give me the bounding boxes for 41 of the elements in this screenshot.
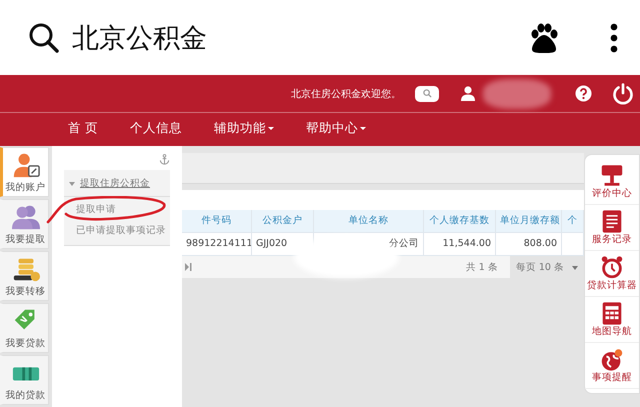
review-icon xyxy=(599,163,625,188)
tool-item[interactable]: 事项提醒 xyxy=(585,342,639,389)
last-page-icon[interactable] xyxy=(185,263,192,271)
search-query[interactable]: 北京公积金 xyxy=(72,20,528,56)
welcome-text: 北京住房公积金欢迎您。 xyxy=(291,88,401,100)
table-cell: 808.00 xyxy=(496,233,562,255)
submenu-header[interactable]: 提取住房公积金 xyxy=(64,170,170,197)
column-header[interactable]: 个人缴存基数 xyxy=(424,210,496,232)
caret-icon xyxy=(360,126,366,132)
search-button[interactable] xyxy=(415,86,439,102)
search-icon xyxy=(422,89,432,98)
column-header[interactable]: 件号码 xyxy=(182,210,252,232)
nav-item[interactable]: 首 页 xyxy=(68,120,98,136)
tool-item[interactable]: 服务记录 xyxy=(585,204,639,251)
column-header[interactable]: 单位月缴存额 xyxy=(496,210,562,232)
anchor-icon[interactable] xyxy=(159,154,170,165)
search-icon[interactable] xyxy=(28,22,60,54)
total-count: 共 1 条 xyxy=(466,260,498,274)
more-icon[interactable] xyxy=(610,22,618,52)
page-size-select[interactable]: 每页 10 条 xyxy=(510,256,584,278)
tool-item[interactable]: 贷款计算器 xyxy=(585,250,639,297)
help-icon[interactable] xyxy=(575,85,592,102)
menu-tile[interactable]: 我要提取 xyxy=(0,199,49,249)
tool-item[interactable]: 地图导航 xyxy=(585,296,639,343)
column-header[interactable]: 单位名称 xyxy=(314,210,424,232)
redaction-blur xyxy=(483,78,551,108)
column-header[interactable]: 公积金户 xyxy=(252,210,314,232)
menu-tile[interactable]: 我的账户 xyxy=(0,147,49,197)
tool-item[interactable]: 评价中心 xyxy=(585,159,639,205)
menu-tile[interactable]: 我要转移 xyxy=(0,251,49,301)
clock-icon xyxy=(599,254,625,280)
nav-item[interactable]: 帮助中心 xyxy=(306,120,366,136)
menu-tile[interactable]: 我的贷款 xyxy=(0,355,49,405)
nav-item[interactable]: 辅助功能 xyxy=(214,120,274,136)
power-icon[interactable] xyxy=(612,82,634,104)
caret-icon xyxy=(268,126,274,132)
nav-item[interactable]: 个人信息 xyxy=(130,120,182,136)
globe-icon xyxy=(599,346,625,372)
menu-tile[interactable]: 我要贷款 xyxy=(0,303,49,353)
table-cell: 11,544.00 xyxy=(424,233,496,255)
user-icon[interactable] xyxy=(461,86,475,101)
